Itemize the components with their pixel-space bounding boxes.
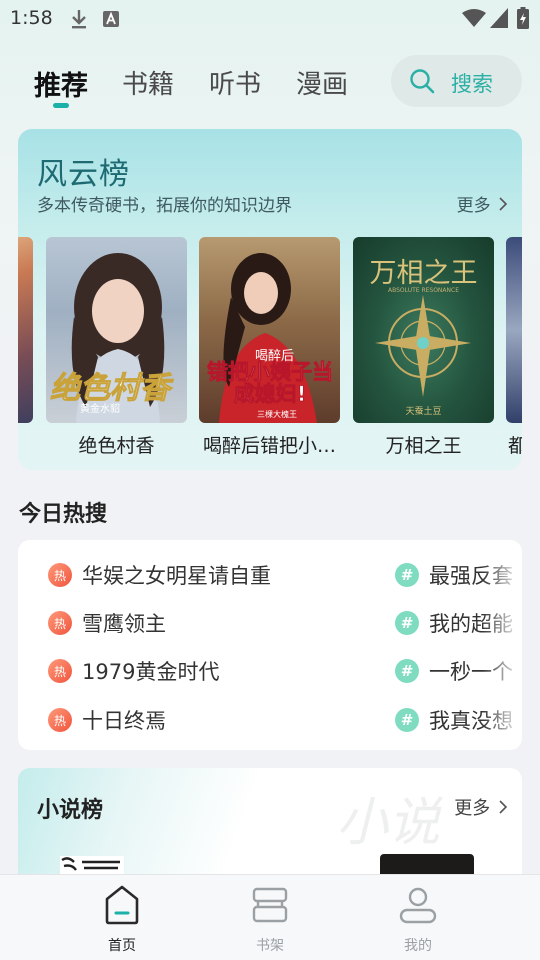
cover-author: 黄金水貂 bbox=[80, 404, 120, 415]
status-bar: 1:58 bbox=[0, 0, 540, 36]
cover-author: 三棵大槐王 bbox=[257, 410, 297, 419]
topic-badge: # bbox=[395, 708, 419, 732]
book-title: 都 bbox=[508, 435, 522, 457]
book-cover bbox=[18, 237, 33, 423]
chevron-right-icon bbox=[499, 197, 508, 211]
book-cover bbox=[506, 237, 522, 423]
hot-search-text: 华娱之女明星请自重 bbox=[82, 564, 271, 588]
novel-rank-title: 小说榜 bbox=[37, 798, 104, 823]
hot-search-text: 雪鹰领主 bbox=[82, 612, 166, 636]
book-cover: 万相之王 ABSOLUTE RESONANCE 天蚕土豆 bbox=[353, 237, 494, 423]
topic-badge: # bbox=[395, 611, 419, 635]
hot-search-item[interactable]: 热 十日终焉 bbox=[48, 705, 166, 735]
hot-search-item[interactable]: 热 雪鹰领主 bbox=[48, 608, 166, 638]
rank-more-link[interactable]: 更多 bbox=[457, 191, 508, 216]
profile-icon bbox=[399, 887, 437, 924]
hot-badge: 热 bbox=[48, 659, 72, 683]
home-icon bbox=[105, 885, 139, 925]
novel-rank-card: 小说 小说榜 更多 bbox=[18, 768, 522, 888]
search-icon bbox=[410, 69, 435, 94]
book-cover: 绝色村香 黄金水貂 bbox=[46, 237, 187, 423]
book-title: 万相之王 bbox=[385, 435, 462, 457]
tab-recommend[interactable]: 推荐 bbox=[34, 64, 88, 103]
bookshelf-icon bbox=[252, 887, 288, 923]
topic-badge: # bbox=[395, 659, 419, 683]
bottom-nav: 首页 书架 我的 bbox=[0, 874, 540, 960]
download-icon bbox=[72, 10, 86, 29]
hot-search-item[interactable]: 热 华娱之女明星请自重 bbox=[48, 560, 271, 590]
hot-badge: 热 bbox=[48, 611, 72, 635]
hot-badge: 热 bbox=[48, 563, 72, 587]
tab-indicator bbox=[53, 103, 69, 108]
search-button[interactable]: 搜索 bbox=[391, 55, 522, 107]
book-cover: 喝醉后 错把小姨子当成媳妇! 三棵大槐王 bbox=[199, 237, 340, 423]
tab-books[interactable]: 书籍 bbox=[122, 64, 174, 101]
hot-search-item[interactable]: 热 1979黄金时代 bbox=[48, 656, 219, 686]
signal-icon bbox=[490, 8, 508, 28]
rank-subtitle: 多本传奇硬书，拓展你的知识边界 bbox=[37, 196, 292, 216]
status-time: 1:58 bbox=[10, 7, 53, 29]
cover-title: 错把小姨子当成媳妇! bbox=[207, 360, 334, 406]
wifi-icon bbox=[462, 9, 486, 27]
search-label: 搜索 bbox=[451, 72, 493, 96]
hot-search-text: 十日终焉 bbox=[82, 709, 166, 733]
compass-emblem bbox=[375, 295, 471, 397]
book-title: 喝醉后错把小… bbox=[202, 435, 336, 457]
rank-more-label: 更多 bbox=[456, 196, 491, 216]
keyboard-a-icon bbox=[103, 11, 119, 27]
nav-profile-label: 我的 bbox=[404, 938, 432, 954]
chevron-right-icon bbox=[499, 800, 508, 814]
fade-overlay bbox=[482, 540, 522, 750]
book-carousel: 绝色村香 黄金水貂 绝色村香 喝醉后 错把小姨子当成媳妇! 三棵大槐王 喝醉后错… bbox=[18, 237, 522, 467]
nav-home-label: 首页 bbox=[108, 938, 136, 954]
hot-search-heading: 今日热搜 bbox=[19, 502, 108, 527]
topic-badge: # bbox=[395, 563, 419, 587]
book-title: 绝色村香 bbox=[78, 435, 155, 457]
tab-audiobooks[interactable]: 听书 bbox=[209, 64, 261, 101]
tab-comics[interactable]: 漫画 bbox=[296, 64, 348, 101]
battery-charging-icon bbox=[517, 7, 529, 29]
novel-more-link[interactable]: 更多 bbox=[454, 794, 508, 820]
rank-card: 风云榜 多本传奇硬书，拓展你的知识边界 更多 绝色村香 黄金水貂 绝色村香 喝醉… bbox=[18, 129, 522, 470]
novel-more-label: 更多 bbox=[454, 798, 491, 819]
hot-search-card: 热 华娱之女明星请自重 热 雪鹰领主 热 1979黄金时代 热 十日终焉 # 最… bbox=[18, 540, 522, 750]
rank-title: 风云榜 bbox=[37, 157, 130, 192]
cover-author: 天蚕土豆 bbox=[405, 407, 442, 417]
hot-search-text: 1979黄金时代 bbox=[82, 660, 220, 684]
nav-bookshelf-label: 书架 bbox=[256, 938, 284, 954]
hot-badge: 热 bbox=[48, 708, 72, 732]
novel-watermark: 小说 bbox=[336, 793, 441, 853]
